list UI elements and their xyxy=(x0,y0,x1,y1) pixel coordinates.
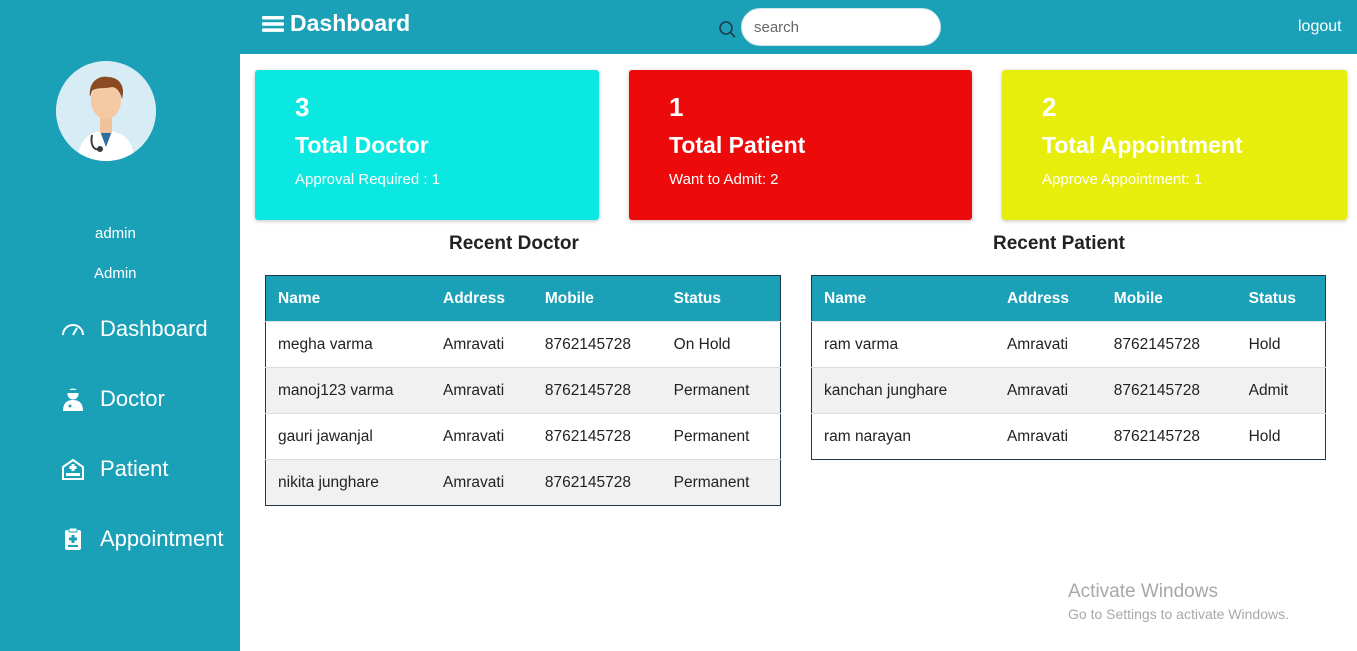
user-name: admin xyxy=(95,225,136,242)
cell-name: gauri jawanjal xyxy=(265,413,431,460)
cell-name: kanchan junghare xyxy=(811,367,995,414)
recent-doctor-table: Name Address Mobile Status megha varma A… xyxy=(265,275,781,506)
cell-status: On Hold xyxy=(661,321,781,368)
table-row: nikita junghare Amravati 8762145728 Perm… xyxy=(265,459,781,506)
search-input[interactable] xyxy=(741,8,941,46)
card-title: Total Appointment xyxy=(1042,132,1243,158)
column-header-address: Address xyxy=(994,275,1102,322)
cell-mobile: 8762145728 xyxy=(532,367,662,414)
cell-mobile: 8762145728 xyxy=(1101,367,1237,414)
doctor-icon xyxy=(60,386,86,412)
recent-patient-title: Recent Patient xyxy=(993,233,1125,254)
table-row: ram varma Amravati 8762145728 Hold xyxy=(811,321,1326,368)
table-row: megha varma Amravati 8762145728 On Hold xyxy=(265,321,781,368)
top-bar: Dashboard logout xyxy=(240,0,1357,54)
sidebar-item-patient[interactable]: Patient xyxy=(60,449,169,489)
menu-icon[interactable] xyxy=(262,15,284,33)
doctor-avatar-icon xyxy=(56,61,156,161)
cell-status: Permanent xyxy=(661,413,781,460)
logout-link[interactable]: logout xyxy=(1298,18,1342,36)
column-header-mobile: Mobile xyxy=(1101,275,1237,322)
card-subtitle: Approve Appointment: 1 xyxy=(1042,171,1203,188)
cell-mobile: 8762145728 xyxy=(1101,413,1237,460)
cell-status: Permanent xyxy=(661,367,781,414)
cell-address: Amravati xyxy=(431,459,533,506)
brand[interactable]: Dashboard xyxy=(262,10,410,37)
card-subtitle: Want to Admit: 2 xyxy=(669,171,779,188)
patient-bed-icon xyxy=(60,456,86,482)
user-role: Admin xyxy=(94,265,137,282)
card-title: Total Patient xyxy=(669,132,806,158)
cell-mobile: 8762145728 xyxy=(1101,321,1237,368)
cell-mobile: 8762145728 xyxy=(532,459,662,506)
cell-name: megha varma xyxy=(265,321,431,368)
search-icon[interactable] xyxy=(718,20,738,40)
table-row: ram narayan Amravati 8762145728 Hold xyxy=(811,413,1326,460)
total-patient-card[interactable]: 1 Total Patient Want to Admit: 2 xyxy=(629,70,972,220)
cell-address: Amravati xyxy=(994,367,1102,414)
column-header-address: Address xyxy=(431,275,533,322)
cell-mobile: 8762145728 xyxy=(532,413,662,460)
watermark-title: Activate Windows xyxy=(1068,581,1218,602)
table-row: gauri jawanjal Amravati 8762145728 Perma… xyxy=(265,413,781,460)
sidebar-item-appointment[interactable]: Appointment xyxy=(60,519,224,559)
cell-name: nikita junghare xyxy=(265,459,431,506)
card-subtitle: Approval Required : 1 xyxy=(295,171,441,188)
cell-mobile: 8762145728 xyxy=(532,321,662,368)
card-count: 1 xyxy=(669,92,684,122)
card-title: Total Doctor xyxy=(295,132,429,158)
column-header-status: Status xyxy=(1236,275,1326,322)
card-count: 3 xyxy=(295,92,310,122)
table-row: kanchan junghare Amravati 8762145728 Adm… xyxy=(811,367,1326,414)
cell-address: Amravati xyxy=(431,321,533,368)
activate-windows-watermark: Activate Windows Go to Settings to activ… xyxy=(1068,581,1289,622)
cell-status: Hold xyxy=(1236,321,1326,368)
cell-name: manoj123 varma xyxy=(265,367,431,414)
recent-doctor-title: Recent Doctor xyxy=(449,233,579,254)
total-appointment-card[interactable]: 2 Total Appointment Approve Appointment:… xyxy=(1002,70,1347,220)
cell-address: Amravati xyxy=(994,321,1102,368)
sidebar-item-doctor[interactable]: Doctor xyxy=(60,379,165,419)
column-header-name: Name xyxy=(811,275,995,322)
cell-address: Amravati xyxy=(431,413,533,460)
page-title: Dashboard xyxy=(290,10,411,36)
watermark-subtitle: Go to Settings to activate Windows. xyxy=(1068,606,1289,622)
gauge-icon xyxy=(60,316,86,342)
clipboard-medical-icon xyxy=(60,526,86,552)
recent-patient-table: Name Address Mobile Status ram varma Amr… xyxy=(811,275,1326,460)
cell-status: Hold xyxy=(1236,413,1326,460)
cell-address: Amravati xyxy=(994,413,1102,460)
sidebar-item-label: Doctor xyxy=(100,386,165,411)
cell-name: ram varma xyxy=(811,321,995,368)
column-header-mobile: Mobile xyxy=(532,275,662,322)
sidebar-item-label: Dashboard xyxy=(100,316,208,341)
card-count: 2 xyxy=(1042,92,1057,122)
column-header-name: Name xyxy=(265,275,431,322)
table-row: manoj123 varma Amravati 8762145728 Perma… xyxy=(265,367,781,414)
sidebar-item-label: Patient xyxy=(100,456,169,481)
cell-address: Amravati xyxy=(431,367,533,414)
column-header-status: Status xyxy=(661,275,781,322)
table-header-row: Name Address Mobile Status xyxy=(265,275,781,322)
table-header-row: Name Address Mobile Status xyxy=(811,275,1326,322)
sidebar-item-label: Appointment xyxy=(100,526,224,551)
sidebar-item-dashboard[interactable]: Dashboard xyxy=(60,309,208,349)
sidebar: admin Admin Dashboard Doctor Patient App… xyxy=(0,0,240,651)
cell-status: Admit xyxy=(1236,367,1326,414)
cell-status: Permanent xyxy=(661,459,781,506)
total-doctor-card[interactable]: 3 Total Doctor Approval Required : 1 xyxy=(255,70,599,220)
avatar xyxy=(56,61,156,161)
cell-name: ram narayan xyxy=(811,413,995,460)
